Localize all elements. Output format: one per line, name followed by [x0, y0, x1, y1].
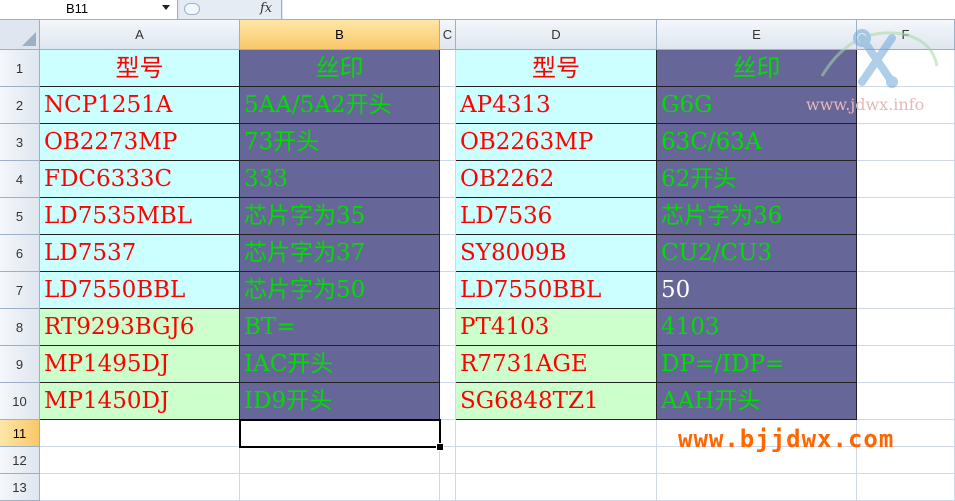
cell-d11[interactable] — [456, 420, 657, 447]
cell-a7[interactable]: LD7550BBL — [40, 272, 240, 309]
cell-d1[interactable]: 型号 — [456, 50, 657, 87]
column-header-b[interactable]: B — [240, 20, 440, 50]
cell-d12[interactable] — [456, 447, 657, 474]
cell-b9[interactable]: IAC开头 — [240, 346, 440, 383]
cell-a5[interactable]: LD7535MBL — [40, 198, 240, 235]
cell-d3[interactable]: OB2263MP — [456, 124, 657, 161]
column-header-a[interactable]: A — [40, 20, 240, 50]
cell-f13[interactable] — [857, 474, 955, 501]
cell-a3[interactable]: OB2273MP — [40, 124, 240, 161]
cell-a1[interactable]: 型号 — [40, 50, 240, 87]
cell-d2[interactable]: AP4313 — [456, 87, 657, 124]
cell-d8[interactable]: PT4103 — [456, 309, 657, 346]
row-header-2[interactable]: 2 — [0, 87, 40, 124]
cell-f4[interactable] — [857, 161, 955, 198]
row-header-10[interactable]: 10 — [0, 383, 40, 420]
cell-b1[interactable]: 丝印 — [240, 50, 440, 87]
cell-c3[interactable] — [440, 124, 456, 161]
cell-b13[interactable] — [240, 474, 440, 501]
cell-d4[interactable]: OB2262 — [456, 161, 657, 198]
cell-a13[interactable] — [40, 474, 240, 501]
row-header-8[interactable]: 8 — [0, 309, 40, 346]
cell-e3[interactable]: 63C/63A — [657, 124, 857, 161]
cell-f6[interactable] — [857, 235, 955, 272]
wrench-cross-logo-icon: . — [812, 26, 942, 92]
row-header-13[interactable]: 13 — [0, 474, 40, 501]
cell-b3[interactable]: 73开头 — [240, 124, 440, 161]
cell-c5[interactable] — [440, 198, 456, 235]
row-header-5[interactable]: 5 — [0, 198, 40, 235]
cell-c4[interactable] — [440, 161, 456, 198]
cell-a10[interactable]: MP1450DJ — [40, 383, 240, 420]
watermark-url: www.jdwx.info — [806, 95, 924, 114]
cell-f5[interactable] — [857, 198, 955, 235]
cell-b6[interactable]: 芯片字为37 — [240, 235, 440, 272]
site-url: www.bjjdwx.com — [678, 425, 894, 453]
cell-f3[interactable] — [857, 124, 955, 161]
cell-d9[interactable]: R7731AGE — [456, 346, 657, 383]
cell-b7[interactable]: 芯片字为50 — [240, 272, 440, 309]
cell-b5[interactable]: 芯片字为35 — [240, 198, 440, 235]
cell-c8[interactable] — [440, 309, 456, 346]
cell-c10[interactable] — [440, 383, 456, 420]
cell-e10[interactable]: AAH开头 — [657, 383, 857, 420]
cell-f10[interactable] — [857, 383, 955, 420]
cell-e5[interactable]: 芯片字为36 — [657, 198, 857, 235]
cell-d13[interactable] — [456, 474, 657, 501]
cell-f7[interactable] — [857, 272, 955, 309]
cell-c7[interactable] — [440, 272, 456, 309]
cell-d10[interactable]: SG6848TZ1 — [456, 383, 657, 420]
cell-c13[interactable] — [440, 474, 456, 501]
cell-c2[interactable] — [440, 87, 456, 124]
cell-e9[interactable]: DP=/IDP= — [657, 346, 857, 383]
row-header-1[interactable]: 1 — [0, 50, 40, 87]
cell-d6[interactable]: SY8009B — [456, 235, 657, 272]
cell-e7[interactable]: 50 — [657, 272, 857, 309]
row-header-7[interactable]: 7 — [0, 272, 40, 309]
cell-a11[interactable] — [40, 420, 240, 447]
row-header-11[interactable]: 11 — [0, 420, 40, 447]
cell-e4[interactable]: 62开头 — [657, 161, 857, 198]
cell-e6[interactable]: CU2/CU3 — [657, 235, 857, 272]
cell-a6[interactable]: LD7537 — [40, 235, 240, 272]
cell-c12[interactable] — [440, 447, 456, 474]
fill-handle[interactable] — [436, 443, 444, 451]
cell-f8[interactable] — [857, 309, 955, 346]
cell-b4[interactable]: 333 — [240, 161, 440, 198]
cell-f9[interactable] — [857, 346, 955, 383]
cell-e8[interactable]: 4103 — [657, 309, 857, 346]
cell-b2[interactable]: 5AA/5A2开头 — [240, 87, 440, 124]
cell-b10[interactable]: ID9开头 — [240, 383, 440, 420]
column-header-c[interactable]: C — [440, 20, 456, 50]
row-header-6[interactable]: 6 — [0, 235, 40, 272]
select-all-corner[interactable] — [0, 20, 40, 50]
cell-e13[interactable] — [657, 474, 857, 501]
cell-a9[interactable]: MP1495DJ — [40, 346, 240, 383]
cell-d7[interactable]: LD7550BBL — [456, 272, 657, 309]
column-header-d[interactable]: D — [456, 20, 657, 50]
cell-a12[interactable] — [40, 447, 240, 474]
cell-b8[interactable]: BT= — [240, 309, 440, 346]
cell-a4[interactable]: FDC6333C — [40, 161, 240, 198]
cell-a2[interactable]: NCP1251A — [40, 87, 240, 124]
cell-a8[interactable]: RT9293BGJ6 — [40, 309, 240, 346]
cell-c6[interactable] — [440, 235, 456, 272]
row-header-4[interactable]: 4 — [0, 161, 40, 198]
row-header-3[interactable]: 3 — [0, 124, 40, 161]
select-all-triangle-icon — [0, 20, 40, 50]
active-cell-selection[interactable] — [239, 419, 441, 448]
row-header-12[interactable]: 12 — [0, 447, 40, 474]
cell-c9[interactable] — [440, 346, 456, 383]
cell-b12[interactable] — [240, 447, 440, 474]
row-header-9[interactable]: 9 — [0, 346, 40, 383]
cell-c1[interactable] — [440, 50, 456, 87]
cell-d5[interactable]: LD7536 — [456, 198, 657, 235]
